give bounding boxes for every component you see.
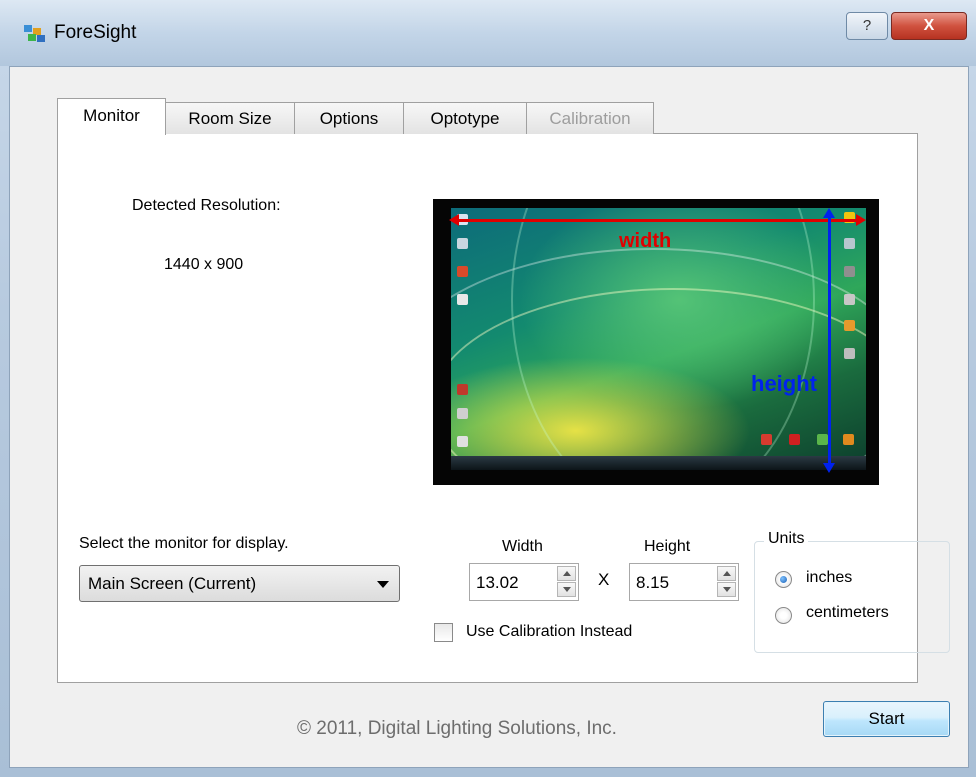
preview-height-label: height (751, 371, 817, 396)
height-header: Height (644, 538, 691, 555)
preview-taskbar (451, 456, 866, 470)
monitor-select-value: Main Screen (Current) (88, 574, 257, 593)
width-increment-button[interactable] (557, 566, 576, 581)
units-group (754, 541, 950, 653)
tab-monitor[interactable]: Monitor (57, 98, 166, 135)
height-value[interactable]: 8.15 (636, 573, 669, 593)
foresight-window: ForeSight ? X Monitor Room Size Options … (0, 0, 976, 777)
width-value[interactable]: 13.02 (476, 573, 519, 593)
units-centimeters-radio[interactable] (775, 607, 792, 624)
units-centimeters-label[interactable]: centimeters (806, 604, 889, 622)
units-inches-label[interactable]: inches (806, 569, 852, 587)
close-button[interactable]: X (891, 12, 967, 40)
width-arrow-left-head (449, 214, 459, 226)
height-arrow-top-head (823, 208, 835, 218)
tab-calibration: Calibration (526, 102, 654, 134)
use-calibration-label[interactable]: Use Calibration Instead (466, 623, 632, 641)
preview-width-label: width (619, 230, 672, 252)
height-increment-button[interactable] (717, 566, 736, 581)
title-bar[interactable]: ForeSight ? X (0, 0, 976, 66)
window-title: ForeSight (54, 22, 137, 43)
copyright-text: © 2011, Digital Lighting Solutions, Inc. (297, 718, 617, 739)
width-arrow-right-head (856, 214, 866, 226)
tab-room-size[interactable]: Room Size (165, 102, 295, 134)
height-decrement-button[interactable] (717, 582, 736, 597)
tab-options[interactable]: Options (294, 102, 404, 134)
width-header: Width (502, 538, 543, 555)
use-calibration-checkbox[interactable] (434, 623, 453, 642)
start-button[interactable]: Start (823, 701, 950, 737)
monitor-select[interactable]: Main Screen (Current) (79, 565, 400, 602)
times-sign: X (598, 570, 610, 589)
select-monitor-label: Select the monitor for display. (79, 535, 289, 552)
height-stepper[interactable]: 8.15 (629, 563, 739, 601)
width-stepper[interactable]: 13.02 (469, 563, 579, 601)
help-button[interactable]: ? (846, 12, 888, 40)
height-arrow (828, 214, 831, 466)
detected-resolution-label: Detected Resolution: (132, 197, 281, 214)
width-arrow (455, 219, 861, 222)
units-legend: Units (764, 530, 809, 548)
width-stepper-buttons (557, 566, 576, 597)
chevron-down-icon[interactable] (377, 581, 389, 588)
app-icon (24, 25, 46, 43)
tab-optotype[interactable]: Optotype (403, 102, 527, 134)
resolution-value: 1440 x 900 (164, 256, 244, 273)
width-decrement-button[interactable] (557, 582, 576, 597)
units-inches-radio[interactable] (775, 571, 792, 588)
height-arrow-bottom-head (823, 463, 835, 473)
height-stepper-buttons (717, 566, 736, 597)
